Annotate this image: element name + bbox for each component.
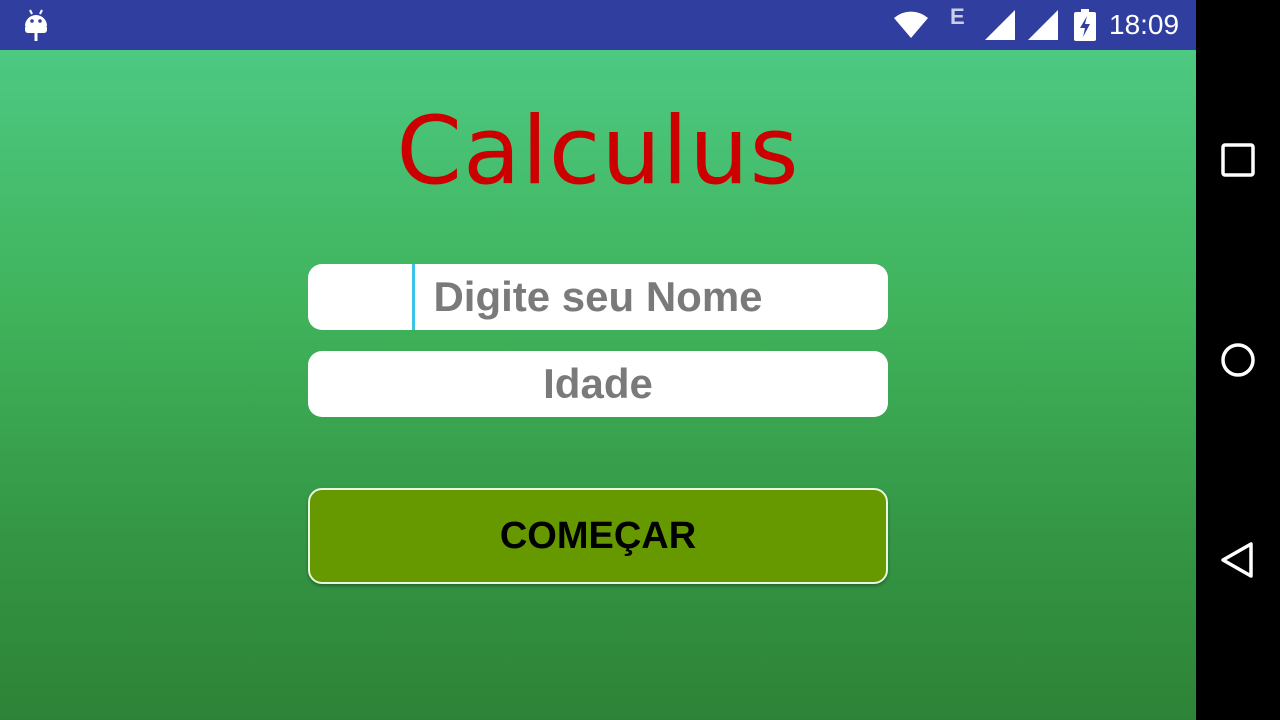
navigation-bar xyxy=(1196,0,1280,720)
android-debug-icon xyxy=(25,9,47,41)
battery-charging-icon xyxy=(1074,9,1096,41)
app-content: Calculus COMEÇAR xyxy=(0,50,1196,720)
name-input[interactable] xyxy=(308,264,888,330)
network-type-label: E xyxy=(950,4,965,29)
signal-icon xyxy=(985,10,1015,40)
back-icon[interactable] xyxy=(1214,536,1262,584)
status-clock: 18:09 xyxy=(1109,9,1180,40)
app-title: Calculus xyxy=(396,97,800,206)
start-button-label: COMEÇAR xyxy=(499,514,697,557)
home-icon[interactable] xyxy=(1214,336,1262,384)
text-cursor xyxy=(412,264,415,330)
start-button[interactable]: COMEÇAR xyxy=(308,488,888,584)
wifi-icon xyxy=(894,11,928,38)
signal-icon xyxy=(1028,10,1058,40)
recents-icon[interactable] xyxy=(1214,136,1262,184)
age-input[interactable] xyxy=(308,351,888,417)
status-bar: E 18:09 xyxy=(0,0,1196,50)
